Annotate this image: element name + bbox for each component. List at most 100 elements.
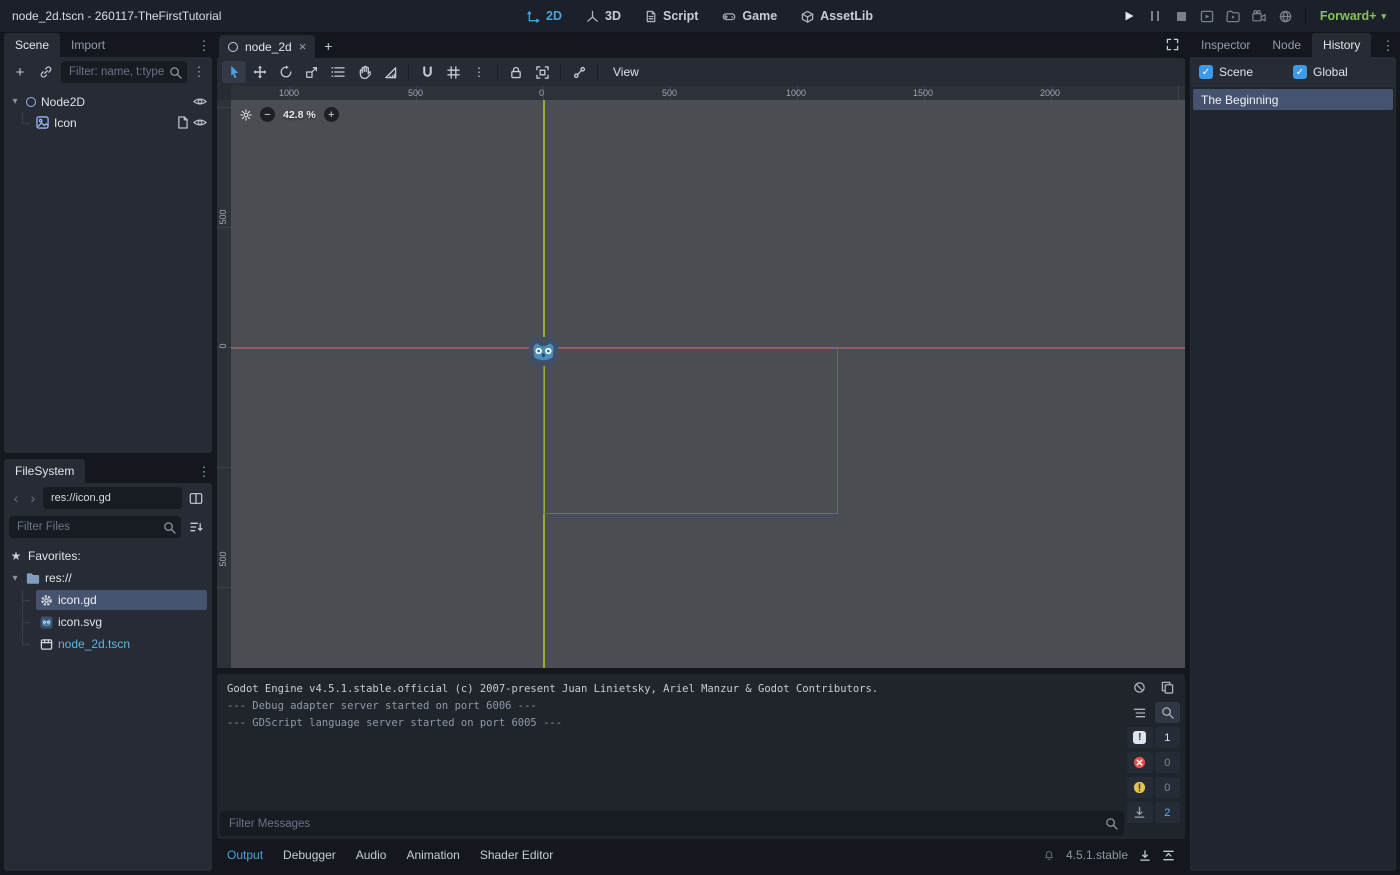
filesystem-dock-menu-button[interactable]: ⋮ <box>196 461 212 483</box>
toggle-distraction-free-button[interactable] <box>1166 38 1179 51</box>
filter-errors-toggle[interactable]: 0 <box>1127 752 1181 773</box>
favorites-row[interactable]: ★ Favorites: <box>4 545 212 567</box>
bottom-tab-audio[interactable]: Audio <box>356 848 387 862</box>
pause-button[interactable] <box>1144 5 1167 28</box>
zoom-in-button[interactable]: + <box>323 107 339 122</box>
select-tool-button[interactable] <box>222 61 246 83</box>
filter-messages-toggle[interactable]: 2 <box>1127 802 1181 823</box>
play-custom-scene-button[interactable] <box>1222 5 1245 28</box>
console-log: Godot Engine v4.5.1.stable.official (c) … <box>219 676 1125 810</box>
tree-row-icon[interactable]: Icon <box>4 112 212 133</box>
file-row-icon-svg[interactable]: icon.svg <box>4 611 212 633</box>
play-button[interactable] <box>1118 5 1141 28</box>
clear-output-button[interactable] <box>1127 677 1152 698</box>
ruler-tool-button[interactable] <box>378 61 402 83</box>
tab-history[interactable]: History <box>1312 33 1372 57</box>
toolbar-separator <box>408 64 409 80</box>
bottom-tab-debugger[interactable]: Debugger <box>283 848 336 862</box>
skeleton-options-button[interactable] <box>567 61 591 83</box>
visibility-eye-icon[interactable] <box>193 117 207 128</box>
lock-node-button[interactable] <box>504 61 528 83</box>
pan-tool-button[interactable] <box>352 61 376 83</box>
filter-files-input[interactable] <box>9 516 181 538</box>
tab-scene[interactable]: Scene <box>4 33 61 57</box>
icon-sprite[interactable] <box>528 336 559 367</box>
tab-import[interactable]: Import <box>60 33 116 57</box>
right-dock-menu-button[interactable]: ⋮ <box>1380 35 1396 57</box>
current-path-field[interactable] <box>43 487 182 509</box>
global-history-checkbox[interactable]: ✓ Global <box>1293 65 1387 79</box>
new-scene-tab-button[interactable]: + <box>318 36 338 56</box>
scene-tab-node2d[interactable]: node_2d × <box>219 35 316 58</box>
history-back-button[interactable]: ‹ <box>9 490 23 506</box>
workspace-tab-script[interactable]: Script <box>636 5 707 27</box>
grid-snap-toggle[interactable] <box>441 61 465 83</box>
error-icon <box>1134 756 1146 769</box>
workspace-tab-game[interactable]: Game <box>713 5 786 27</box>
scene-tab-icon <box>228 41 238 52</box>
snapping-options-button[interactable]: ⋮ <box>467 61 491 83</box>
tree-row-node2d[interactable]: ▾ Node2D <box>4 91 212 112</box>
file-row-icon-gd[interactable]: icon.gd <box>4 589 212 611</box>
list-select-button[interactable] <box>326 61 350 83</box>
pause-icon <box>1151 11 1160 21</box>
zoom-out-button[interactable]: − <box>260 107 275 122</box>
center-view-icon[interactable] <box>240 108 252 121</box>
attached-script-icon[interactable] <box>177 116 188 129</box>
bottom-tab-output[interactable]: Output <box>227 848 263 862</box>
2d-viewport[interactable]: 1000 500 0 500 1000 1500 2000 500 0 500 <box>217 86 1185 668</box>
remote-debug-button[interactable] <box>1274 5 1297 28</box>
move-tool-button[interactable] <box>248 61 272 83</box>
node-label: Node2D <box>41 94 86 109</box>
tab-node[interactable]: Node <box>1261 33 1312 57</box>
filesystem-dock-tabs: FileSystem ⋮ <box>4 459 212 483</box>
add-node-button[interactable]: + <box>9 61 31 83</box>
smart-snap-toggle[interactable] <box>415 61 439 83</box>
res-root-row[interactable]: ▾ res:// <box>4 567 212 589</box>
toggle-split-mode-button[interactable] <box>185 487 207 509</box>
collapse-duplicates-button[interactable] <box>1127 702 1152 723</box>
sprite2d-class-icon <box>36 116 49 129</box>
collapse-caret-icon[interactable]: ▾ <box>9 573 21 584</box>
movie-maker-button[interactable] <box>1248 5 1271 28</box>
notifications-bell-icon[interactable] <box>1043 849 1055 861</box>
visibility-eye-icon[interactable] <box>193 96 207 107</box>
history-forward-button[interactable]: › <box>26 490 40 506</box>
file-row-node2d-tscn[interactable]: node_2d.tscn <box>4 633 212 655</box>
stop-button[interactable] <box>1170 5 1193 28</box>
history-filters: ✓ Scene ✓ Global <box>1190 57 1396 87</box>
collapse-caret-icon[interactable]: ▾ <box>9 96 21 107</box>
workspace-tab-3d[interactable]: 3D <box>577 5 630 27</box>
zoom-level[interactable]: 42.8 % <box>283 109 316 121</box>
copy-output-button[interactable] <box>1155 677 1180 698</box>
history-item-the-beginning[interactable]: The Beginning <box>1193 89 1393 110</box>
workspace-tab-assetlib[interactable]: AssetLib <box>792 5 882 27</box>
view-menu-button[interactable]: View <box>604 63 648 81</box>
close-tab-icon[interactable]: × <box>299 40 307 53</box>
expand-bottom-panel-icon[interactable] <box>1162 849 1175 862</box>
float-panel-icon[interactable] <box>1139 849 1151 862</box>
sort-files-button[interactable] <box>185 516 207 538</box>
tab-inspector[interactable]: Inspector <box>1190 33 1261 57</box>
play-custom-scene-icon <box>1226 10 1241 22</box>
bottom-tab-animation[interactable]: Animation <box>406 848 459 862</box>
play-scene-button[interactable] <box>1196 5 1219 28</box>
titlebar-separator <box>1304 8 1306 24</box>
scene-toolbar-menu-button[interactable]: ⋮ <box>191 61 207 83</box>
rotate-tool-button[interactable] <box>274 61 298 83</box>
canvas-area[interactable]: − 42.8 % + <box>231 100 1185 668</box>
search-icon <box>169 66 182 79</box>
scene-dock-menu-button[interactable]: ⋮ <box>196 35 212 57</box>
instantiate-scene-button[interactable] <box>35 61 57 83</box>
bottom-tab-shader-editor[interactable]: Shader Editor <box>480 848 553 862</box>
renderer-dropdown[interactable]: Forward+ ▾ <box>1314 6 1392 26</box>
filter-messages-input[interactable] <box>220 811 1124 836</box>
workspace-tab-2d[interactable]: 2D <box>518 5 571 27</box>
filter-important-toggle[interactable]: ! 1 <box>1127 727 1181 748</box>
filter-warnings-toggle[interactable]: 0 <box>1127 777 1181 798</box>
scale-tool-button[interactable] <box>300 61 324 83</box>
group-node-button[interactable] <box>530 61 554 83</box>
scene-history-checkbox[interactable]: ✓ Scene <box>1199 65 1293 79</box>
tab-filesystem[interactable]: FileSystem <box>4 459 86 483</box>
search-output-button[interactable] <box>1155 702 1180 723</box>
